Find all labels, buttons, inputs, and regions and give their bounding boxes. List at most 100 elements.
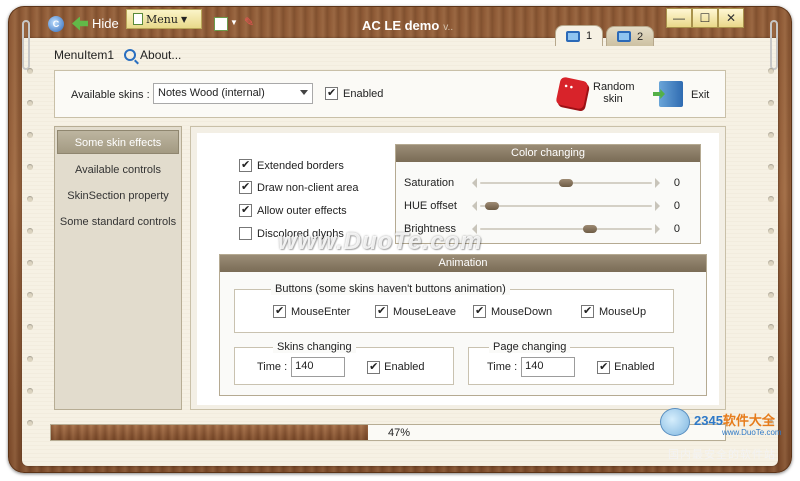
slider-thumb[interactable]	[582, 225, 597, 233]
save-tool-icon[interactable]	[214, 17, 228, 31]
main-content: Extended borders Draw non-client area Al…	[190, 126, 726, 410]
menu-about-label: About...	[140, 48, 182, 62]
checkbox-box[interactable]	[273, 304, 286, 318]
nav-item-skinsection-property[interactable]: SkinSection property	[55, 183, 181, 209]
menu-bar: MenuItem1 About...	[54, 48, 181, 62]
saturation-slider[interactable]	[472, 178, 660, 188]
checkbox-box[interactable]	[239, 180, 252, 194]
checkbox-box[interactable]	[581, 304, 594, 318]
effects-page: Extended borders Draw non-client area Al…	[197, 133, 719, 405]
checkbox-box[interactable]	[239, 158, 252, 172]
brand-words: 软件大全	[722, 413, 775, 428]
nav-item-standard-controls[interactable]: Some standard controls	[55, 209, 181, 235]
enabled-label: Enabled	[384, 361, 425, 373]
binder-ring-left	[22, 20, 30, 70]
time-label: Time :	[257, 361, 288, 373]
skin-select[interactable]: Notes Wood (internal)	[153, 83, 313, 104]
checkbox-box[interactable]	[239, 203, 252, 217]
option-label: MouseUp	[599, 305, 647, 318]
mouse-enter-checkbox[interactable]: MouseEnter	[273, 304, 351, 318]
menu-about[interactable]: About...	[124, 48, 181, 62]
brightness-value: 0	[673, 223, 680, 235]
mouse-down-checkbox[interactable]: MouseDown	[473, 304, 553, 318]
skins-changing-enabled-checkbox[interactable]	[367, 360, 381, 374]
window-title-suffix: v..	[443, 22, 454, 33]
option-label: MouseEnter	[291, 305, 351, 318]
page-changing-title: Page changing	[489, 341, 571, 353]
checkbox-box[interactable]	[239, 227, 252, 240]
slider-thumb[interactable]	[559, 179, 573, 187]
arrow-right-icon[interactable]	[655, 201, 660, 211]
page-changing-group: Page changing Time : 140 Enabled	[468, 341, 674, 385]
window-title-text: AC LE demo	[362, 18, 440, 33]
arrow-right-icon[interactable]	[655, 178, 660, 188]
option-label: Draw non-client area	[257, 181, 359, 194]
monitor-icon	[616, 31, 631, 42]
wrench-icon[interactable]: ✎	[244, 15, 254, 29]
exit-button[interactable]: Exit	[691, 89, 709, 101]
close-button[interactable]: ✕	[718, 8, 744, 28]
chevron-down-icon[interactable]: ▼	[230, 18, 238, 27]
skin-select-value: Notes Wood (internal)	[158, 87, 265, 99]
extended-borders-checkbox[interactable]: Extended borders	[239, 158, 344, 172]
app-logo-icon[interactable]: C	[48, 16, 64, 32]
hide-label: Hide	[92, 16, 119, 31]
page-changing-enabled-checkbox[interactable]	[597, 360, 611, 374]
progress-bar: 47%	[50, 424, 726, 441]
binder-holes-left	[27, 68, 35, 458]
buttons-animation-group: Buttons (some skins haven't buttons anim…	[234, 283, 674, 333]
animation-title: Animation	[220, 255, 706, 272]
skins-changing-group: Skins changing Time : 140 Enabled	[234, 341, 454, 385]
watermark: www.DuoTe.com	[278, 228, 483, 255]
arrow-right-icon[interactable]	[655, 224, 660, 234]
dice-icon[interactable]	[555, 76, 589, 110]
option-label: MouseLeave	[393, 305, 456, 318]
random-skin-button[interactable]: Random skin	[593, 81, 635, 105]
menu-item-1[interactable]: MenuItem1	[54, 48, 114, 62]
chevron-down-icon: ▼	[180, 14, 188, 24]
nav-item-skin-effects[interactable]: Some skin effects	[57, 130, 179, 154]
time-label: Time :	[487, 361, 518, 373]
minimize-button[interactable]: —	[666, 8, 692, 28]
progress-text: 47%	[388, 427, 411, 439]
page-tab-1[interactable]: 1	[555, 25, 603, 46]
mouse-up-checkbox[interactable]: MouseUp	[581, 304, 647, 318]
available-skins-label: Available skins :	[71, 89, 150, 101]
menu-label: Menu	[146, 12, 178, 26]
mouse-leave-checkbox[interactable]: MouseLeave	[375, 304, 456, 318]
window-title: AC LE demo v..	[362, 18, 453, 33]
section-nav: Some skin effects Available controls Ski…	[54, 126, 182, 410]
skins-enabled-label: Enabled	[343, 87, 384, 100]
mascot-icon	[660, 408, 690, 436]
page-tab-2[interactable]: 2	[606, 26, 654, 46]
window-controls: — ☐ ✕	[666, 8, 744, 28]
option-label: MouseDown	[491, 305, 553, 318]
corner-brand: 2345软件大全 www.DuoTe.com 国内最安全的软件站	[660, 406, 794, 462]
hide-button[interactable]: Hide	[72, 16, 119, 31]
menu-button[interactable]: Menu ▼	[126, 9, 202, 29]
binder-holes-right	[768, 68, 776, 458]
skins-changing-title: Skins changing	[273, 341, 356, 353]
hue-label: HUE offset	[404, 200, 457, 212]
skins-time-input[interactable]: 140	[291, 357, 346, 377]
brightness-slider[interactable]	[472, 224, 660, 234]
arrow-left-icon[interactable]	[472, 178, 477, 188]
checkbox-box[interactable]	[375, 304, 388, 318]
page-time-input[interactable]: 140	[521, 357, 576, 377]
allow-outer-effects-checkbox[interactable]: Allow outer effects	[239, 203, 347, 217]
color-changing-title: Color changing	[396, 145, 700, 162]
exit-door-icon[interactable]	[659, 81, 683, 107]
corner-brand-url: www.DuoTe.com	[722, 428, 782, 437]
saturation-value: 0	[673, 177, 680, 189]
draw-non-client-checkbox[interactable]: Draw non-client area	[239, 180, 359, 194]
skins-enabled-checkbox[interactable]: Enabled	[325, 86, 384, 100]
maximize-button[interactable]: ☐	[692, 8, 718, 28]
hue-value: 0	[673, 200, 680, 212]
checkbox-box[interactable]	[325, 86, 338, 100]
slider-thumb[interactable]	[484, 202, 499, 210]
hue-slider[interactable]	[472, 201, 660, 211]
corner-brand-name: 2345软件大全	[694, 410, 775, 429]
arrow-left-icon[interactable]	[472, 201, 477, 211]
checkbox-box[interactable]	[473, 304, 486, 318]
nav-item-available-controls[interactable]: Available controls	[55, 157, 181, 183]
